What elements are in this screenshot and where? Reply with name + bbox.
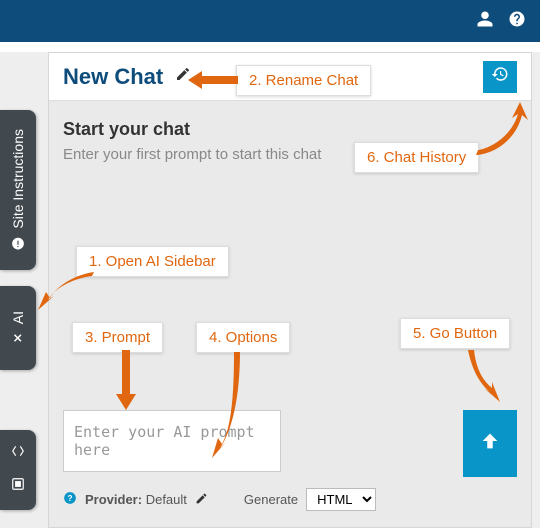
annotation-chat-history: 6. Chat History <box>354 142 479 173</box>
expand-icon <box>11 444 25 463</box>
close-icon <box>10 333 26 345</box>
svg-text:?: ? <box>68 494 73 503</box>
history-icon <box>491 65 509 88</box>
chat-history-button[interactable] <box>483 61 517 93</box>
annotation-rename-chat: 2. Rename Chat <box>236 65 371 96</box>
chat-panel: New Chat Start your chat Enter your firs… <box>48 52 532 528</box>
spacer <box>0 42 540 52</box>
start-heading: Start your chat <box>63 119 517 140</box>
help-icon[interactable]: ? <box>63 491 77 508</box>
prompt-input[interactable] <box>63 410 281 472</box>
sidebar-tab-site-instructions[interactable]: Site Instructions <box>0 110 36 270</box>
annotation-open-sidebar: 1. Open AI Sidebar <box>76 246 229 277</box>
chat-title: New Chat <box>63 64 163 90</box>
options-row: ? Provider: Default Generate HTML <box>63 488 517 511</box>
sidebar-tab-label: Site Instructions <box>10 129 26 229</box>
go-button[interactable] <box>463 410 517 477</box>
annotation-options: 4. Options <box>196 322 290 353</box>
arrow-up-icon <box>479 430 501 457</box>
user-icon[interactable] <box>476 10 494 33</box>
layout-icon <box>11 477 25 496</box>
top-bar <box>0 0 540 42</box>
annotation-prompt: 3. Prompt <box>72 322 163 353</box>
generate-select[interactable]: HTML <box>306 488 376 511</box>
sidebar-tab-tools[interactable] <box>0 430 36 510</box>
provider-label: Provider: Default <box>85 492 187 507</box>
prompt-row <box>63 410 517 477</box>
help-icon[interactable] <box>508 10 526 33</box>
sidebar-tab-ai[interactable]: AI <box>0 286 36 370</box>
generate-label: Generate <box>244 492 298 507</box>
pencil-icon[interactable] <box>195 492 208 508</box>
pencil-icon[interactable] <box>175 66 191 87</box>
sidebar-tab-label: AI <box>10 311 26 324</box>
annotation-go-button: 5. Go Button <box>400 318 510 349</box>
